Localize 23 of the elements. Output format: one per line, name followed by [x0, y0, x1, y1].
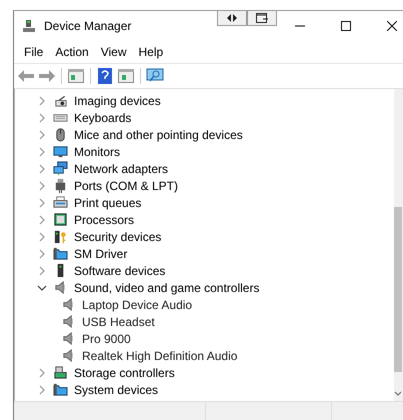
tree-item[interactable]: Sound, video and game controllers [74, 280, 260, 294]
tree-item[interactable]: SM Driver [74, 246, 128, 260]
tree-item[interactable]: Laptop Device Audio [82, 298, 192, 312]
tree-item[interactable]: Software devices [74, 264, 166, 278]
menu-item[interactable]: Action [49, 43, 95, 61]
tree-item[interactable]: Realtek High Definition Audio [82, 348, 238, 362]
tree-item[interactable]: Monitors [74, 144, 120, 158]
tree-item[interactable]: Keyboards [74, 110, 132, 124]
tree-item[interactable]: Pro 9000 [82, 332, 131, 346]
tree-item[interactable]: Processors [74, 212, 134, 226]
menu-item[interactable]: Help [132, 43, 170, 61]
tree-item[interactable]: Ports (COM & LPT) [74, 178, 178, 192]
tree-item[interactable]: Security devices [74, 230, 162, 244]
menu-item[interactable]: File [18, 43, 50, 61]
menu-item[interactable]: View [94, 43, 132, 61]
tree-item[interactable]: USB Headset [82, 314, 155, 328]
tree-item[interactable]: Network adapters [74, 162, 168, 176]
tree-item[interactable]: System devices [74, 382, 158, 396]
tree-item[interactable]: Imaging devices [74, 94, 161, 108]
tree-item[interactable]: Storage controllers [74, 366, 175, 380]
window-title: Device Manager [44, 19, 132, 33]
tree-item[interactable]: Mice and other pointing devices [74, 128, 243, 142]
tree-item[interactable]: Print queues [74, 196, 142, 210]
